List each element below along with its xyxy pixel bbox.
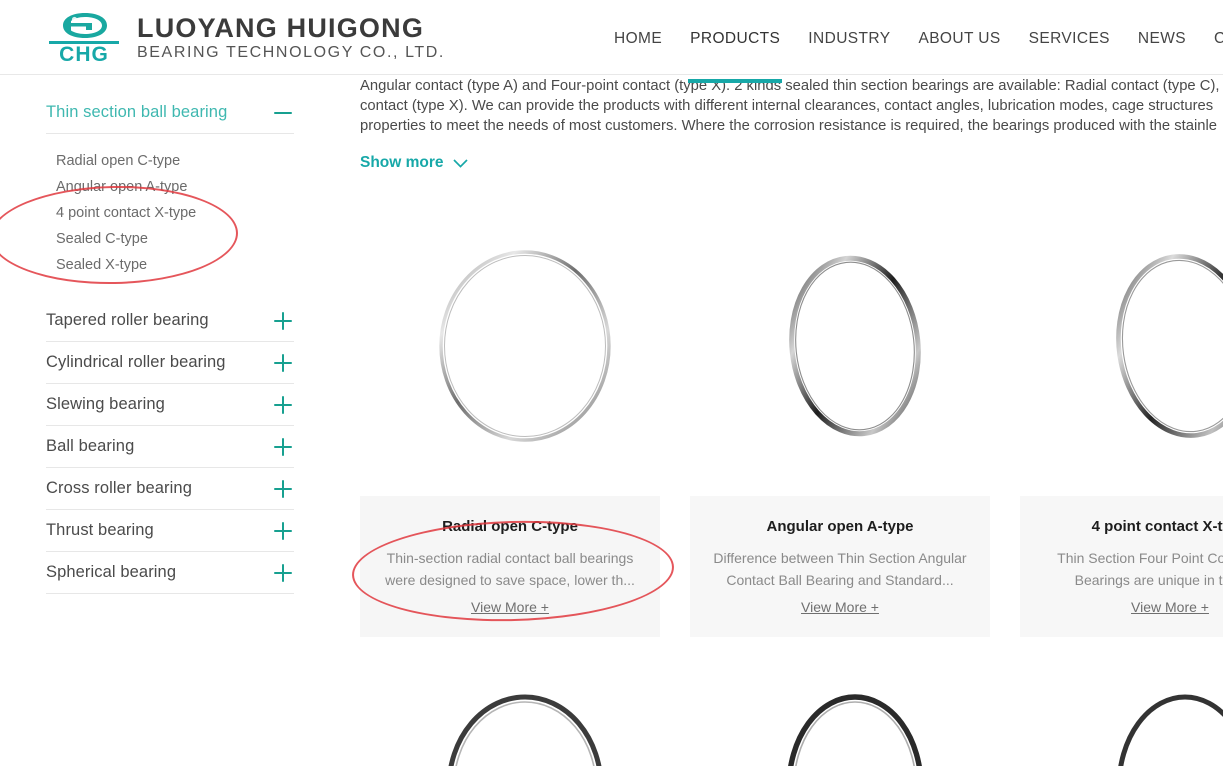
sidebar-category-label: Ball bearing <box>46 437 135 455</box>
product-category-sidebar: Thin section ball bearing Radial open C-… <box>46 92 294 594</box>
sidebar-subitem-sealed-c-type[interactable]: Sealed C-type <box>56 226 294 252</box>
product-card-title: Angular open A-type <box>766 518 914 535</box>
sidebar-category-label: Thin section ball bearing <box>46 103 228 121</box>
sidebar-category-label: Tapered roller bearing <box>46 311 209 329</box>
sidebar-category-header-cross-roller-bearing[interactable]: Cross roller bearing <box>46 468 294 509</box>
product-card-description: Difference between Thin Section Angular … <box>713 550 967 588</box>
product-card-title: Radial open C-type <box>442 518 578 535</box>
product-card-angular-open-a-type[interactable]: Angular open A-type Difference between T… <box>690 496 990 637</box>
main-navigation: HOME PRODUCTS INDUSTRY ABOUT US SERVICES… <box>600 28 1223 83</box>
bearing-ring-image[interactable] <box>360 637 690 766</box>
sidebar-category-header-slewing-bearing[interactable]: Slewing bearing <box>46 384 294 425</box>
active-tab-underline <box>688 79 783 83</box>
view-more-link[interactable]: View More + <box>1131 599 1209 615</box>
sidebar-category-cross-roller-bearing: Cross roller bearing <box>46 468 294 510</box>
nav-item-about-us[interactable]: ABOUT US <box>904 28 1014 50</box>
nav-item-services[interactable]: SERVICES <box>1015 28 1124 50</box>
intro-line-2: contact (type X). We can provide the pro… <box>360 98 1214 114</box>
product-card-4-point-contact-x-type[interactable]: 4 point contact X-type Thin Section Four… <box>1020 496 1223 637</box>
bearing-ring-image[interactable] <box>1020 637 1223 766</box>
sidebar-category-spherical-bearing: Spherical bearing <box>46 552 294 594</box>
site-header: CHG LUOYANG HUIGONG BEARING TECHNOLOGY C… <box>0 0 1223 83</box>
plus-icon[interactable] <box>274 311 292 330</box>
intro-line-1: Angular contact (type A) and Four-point … <box>360 78 1220 94</box>
minus-icon[interactable] <box>274 104 292 122</box>
plus-icon[interactable] <box>274 479 292 498</box>
sidebar-category-header-thrust-bearing[interactable]: Thrust bearing <box>46 510 294 551</box>
sidebar-category-header-spherical-bearing[interactable]: Spherical bearing <box>46 552 294 593</box>
nav-item-home[interactable]: HOME <box>600 28 676 50</box>
product-grid: Radial open C-type Thin-section radial c… <box>360 196 1223 766</box>
nav-item-news[interactable]: NEWS <box>1124 28 1200 50</box>
plus-icon[interactable] <box>274 437 292 456</box>
main-content: Angular contact (type A) and Four-point … <box>360 76 1223 172</box>
sidebar-category-tapered-roller-bearing: Tapered roller bearing <box>46 300 294 342</box>
sidebar-category-label: Thrust bearing <box>46 521 154 539</box>
sidebar-category-thin-section-ball-bearing: Thin section ball bearing <box>46 92 294 134</box>
show-more-button[interactable]: Show more <box>360 154 468 172</box>
company-name: LUOYANG HUIGONG <box>137 13 425 44</box>
product-cell: Radial open C-type Thin-section radial c… <box>360 196 690 637</box>
sidebar-category-thrust-bearing: Thrust bearing <box>46 510 294 552</box>
product-cell: Angular open A-type Difference between T… <box>690 196 1020 637</box>
nav-item-products[interactable]: PRODUCTS <box>676 28 794 83</box>
sidebar-category-header-ball-bearing[interactable]: Ball bearing <box>46 426 294 467</box>
product-card-description: Thin Section Four Point Contact Ball Bea… <box>1057 550 1223 588</box>
sidebar-category-header-tapered-roller-bearing[interactable]: Tapered roller bearing <box>46 300 294 341</box>
product-card-title: 4 point contact X-type <box>1091 518 1223 535</box>
brand-logo[interactable]: CHG LUOYANG HUIGONG BEARING TECHNOLOGY C… <box>45 12 445 66</box>
plus-icon[interactable] <box>274 395 292 414</box>
product-listing-page: CHG LUOYANG HUIGONG BEARING TECHNOLOGY C… <box>0 0 1223 766</box>
product-card-radial-open-c-type[interactable]: Radial open C-type Thin-section radial c… <box>360 496 660 637</box>
view-more-link[interactable]: View More + <box>471 599 549 615</box>
product-card-description: Thin-section radial contact ball bearing… <box>385 550 635 588</box>
plus-icon[interactable] <box>274 353 292 372</box>
bearing-ring-image[interactable] <box>690 196 1020 496</box>
bearing-ring-image[interactable] <box>1020 196 1223 496</box>
sidebar-category-ball-bearing: Ball bearing <box>46 426 294 468</box>
plus-icon[interactable] <box>274 563 292 582</box>
product-cell <box>360 637 690 766</box>
sidebar-subitem-sealed-x-type[interactable]: Sealed X-type <box>56 252 294 278</box>
sidebar-subitem-radial-open-c-type[interactable]: Radial open C-type <box>56 148 294 174</box>
intro-line-3: properties to meet the needs of most cus… <box>360 118 1218 134</box>
chevron-down-icon <box>452 158 468 168</box>
sidebar-category-label: Slewing bearing <box>46 395 165 413</box>
sidebar-category-header-thin-section-ball-bearing[interactable]: Thin section ball bearing <box>46 92 294 133</box>
sidebar-category-label: Cross roller bearing <box>46 479 192 497</box>
nav-item-products-label: PRODUCTS <box>690 30 781 47</box>
category-description: Angular contact (type A) and Four-point … <box>360 76 1223 138</box>
sidebar-subitem-angular-open-a-type[interactable]: Angular open A-type <box>56 174 294 200</box>
logo-chg-text: CHG <box>59 43 109 66</box>
nav-item-industry[interactable]: INDUSTRY <box>794 28 904 50</box>
sidebar-category-cylindrical-roller-bearing: Cylindrical roller bearing <box>46 342 294 384</box>
sidebar-category-label: Cylindrical roller bearing <box>46 353 226 371</box>
show-more-label: Show more <box>360 154 444 171</box>
company-subtitle: BEARING TECHNOLOGY CO., LTD. <box>137 43 445 61</box>
logo-g-mark <box>63 13 107 38</box>
product-cell: 4 point contact X-type Thin Section Four… <box>1020 196 1223 637</box>
bearing-ring-image[interactable] <box>360 196 690 496</box>
product-cell <box>1020 637 1223 766</box>
chg-logo-icon: CHG <box>45 12 123 66</box>
view-more-link[interactable]: View More + <box>801 599 879 615</box>
sidebar-subitem-list: Radial open C-type Angular open A-type 4… <box>46 134 294 300</box>
nav-item-contact[interactable]: CO <box>1200 28 1223 50</box>
bearing-ring-image[interactable] <box>690 637 1020 766</box>
sidebar-category-label: Spherical bearing <box>46 563 177 581</box>
product-cell <box>690 637 1020 766</box>
plus-icon[interactable] <box>274 521 292 540</box>
sidebar-subitem-4-point-contact-x-type[interactable]: 4 point contact X-type <box>56 200 294 226</box>
sidebar-category-header-cylindrical-roller-bearing[interactable]: Cylindrical roller bearing <box>46 342 294 383</box>
sidebar-category-slewing-bearing: Slewing bearing <box>46 384 294 426</box>
